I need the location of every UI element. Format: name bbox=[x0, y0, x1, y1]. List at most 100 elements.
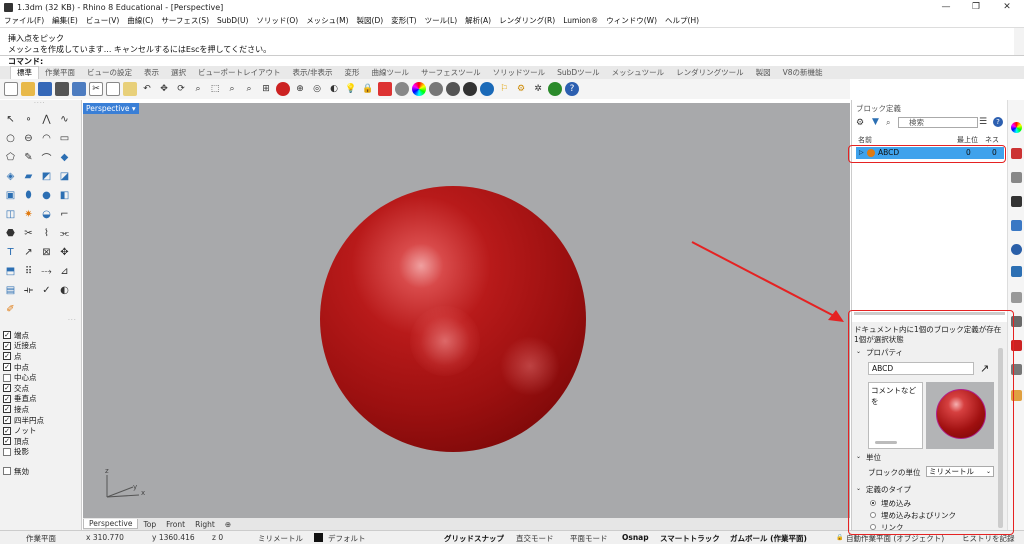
lock-icon[interactable]: 🔒 bbox=[361, 82, 375, 96]
osnap-checkbox[interactable]: ✓ bbox=[3, 437, 11, 446]
offset-icon[interactable]: ⫘ bbox=[57, 226, 72, 241]
environment-icon[interactable] bbox=[446, 82, 460, 96]
palette-grip[interactable]: ···· bbox=[34, 101, 46, 107]
tab-new-in-v8[interactable]: V8の新機能 bbox=[777, 67, 829, 78]
osnap-intersection[interactable]: ✓ 交点 bbox=[3, 383, 79, 394]
options-icon[interactable]: ⚙ bbox=[514, 82, 528, 96]
osnap-point[interactable]: ✓ 点 bbox=[3, 351, 79, 362]
menu-surface[interactable]: サーフェス(S) bbox=[157, 15, 213, 26]
menu-icon[interactable]: ☰ bbox=[979, 117, 987, 127]
menu-solid[interactable]: ソリッド(O) bbox=[252, 15, 302, 26]
osnap-center[interactable]: 中心点 bbox=[3, 372, 79, 383]
osnap-checkbox[interactable] bbox=[3, 373, 11, 382]
red-sphere[interactable] bbox=[320, 186, 586, 452]
tab-curve-tools[interactable]: 曲線ツール bbox=[366, 67, 416, 78]
add-viewport-button[interactable]: ⊕ bbox=[220, 520, 236, 529]
lock-icon[interactable]: 🔒 bbox=[836, 534, 843, 541]
tab-visibility[interactable]: 表示/非表示 bbox=[287, 67, 339, 78]
osnap-checkbox[interactable]: ✓ bbox=[3, 394, 11, 403]
menu-view[interactable]: ビュー(V) bbox=[82, 15, 123, 26]
status-ortho[interactable]: 直交モード bbox=[516, 533, 554, 544]
materials-panel-icon[interactable] bbox=[1011, 244, 1022, 255]
osnap-tangent[interactable]: ✓ 接点 bbox=[3, 404, 79, 415]
layer-color-swatch[interactable] bbox=[314, 533, 323, 542]
zoom-selected-icon[interactable]: ⌕ bbox=[242, 82, 256, 96]
tab-perspective[interactable]: Perspective bbox=[83, 519, 139, 529]
select-arrow-icon[interactable]: ↖ bbox=[3, 112, 18, 127]
render-icon[interactable] bbox=[463, 82, 477, 96]
zoom-extents-icon[interactable]: ⌕ bbox=[225, 82, 239, 96]
save-icon[interactable] bbox=[38, 82, 52, 96]
menu-window[interactable]: ウィンドウ(W) bbox=[602, 15, 661, 26]
osnap-perpendicular[interactable]: ✓ 垂直点 bbox=[3, 394, 79, 405]
tab-top[interactable]: Top bbox=[138, 520, 161, 529]
libraries-panel-icon[interactable] bbox=[1011, 292, 1022, 303]
status-gumball[interactable]: ガムボール (作業平面) bbox=[730, 533, 807, 544]
open-folder-icon[interactable] bbox=[21, 82, 35, 96]
osnap-checkbox[interactable]: ✓ bbox=[3, 352, 11, 361]
color-wheel-icon[interactable] bbox=[412, 82, 426, 96]
menu-help[interactable]: ヘルプ(H) bbox=[661, 15, 703, 26]
filter-icon[interactable]: ▼ bbox=[872, 117, 879, 127]
tab-viewport-layout[interactable]: ビューポートレイアウト bbox=[192, 67, 287, 78]
menu-lumion[interactable]: Lumion® bbox=[559, 16, 602, 25]
polyline-icon[interactable]: ⋀ bbox=[39, 112, 54, 127]
circle-icon[interactable]: ○ bbox=[3, 131, 18, 146]
block-icon[interactable]: ⬒ bbox=[3, 264, 18, 279]
paint-icon[interactable]: ✐ bbox=[3, 302, 18, 317]
undo-icon[interactable]: ↶ bbox=[140, 82, 154, 96]
status-grid-snap[interactable]: グリッドスナップ bbox=[444, 533, 504, 544]
osnap-endpoint[interactable]: ✓ 端点 bbox=[3, 330, 79, 341]
status-layer[interactable]: デフォルト bbox=[328, 533, 366, 544]
properties-panel-icon[interactable] bbox=[1011, 122, 1022, 133]
grasshopper-icon[interactable]: ✲ bbox=[531, 82, 545, 96]
command-prompt[interactable]: コマンド: bbox=[0, 55, 1024, 66]
menu-transform[interactable]: 変形(T) bbox=[387, 15, 420, 26]
cplane-icon[interactable]: ⊕ bbox=[293, 82, 307, 96]
filter-icon[interactable]: ⚐ bbox=[497, 82, 511, 96]
palette-grip[interactable]: ··· bbox=[68, 318, 77, 324]
explode-icon[interactable]: ✷ bbox=[21, 207, 36, 222]
osnap-checkbox[interactable]: ✓ bbox=[3, 426, 11, 435]
tab-surface-tools[interactable]: サーフェスツール bbox=[415, 67, 487, 78]
minimize-button[interactable]: — bbox=[932, 0, 960, 14]
tab-drafting[interactable]: 製図 bbox=[750, 67, 777, 78]
tab-render-tools[interactable]: レンダリングツール bbox=[670, 67, 750, 78]
osnap-knot[interactable]: ✓ ノット bbox=[3, 425, 79, 436]
osnap-checkbox[interactable] bbox=[3, 447, 11, 456]
sphere-icon[interactable]: ● bbox=[39, 188, 54, 203]
mesh-icon[interactable]: ◫ bbox=[3, 207, 18, 222]
osnap-quadrant[interactable]: ✓ 四半円点 bbox=[3, 415, 79, 426]
layout-icon[interactable]: ▤ bbox=[3, 283, 18, 298]
help-icon[interactable]: ? bbox=[993, 117, 1003, 127]
layer-icon[interactable] bbox=[378, 82, 392, 96]
check-icon[interactable]: ✓ bbox=[39, 283, 54, 298]
solid-edit-icon[interactable]: ◧ bbox=[57, 188, 72, 203]
tab-select[interactable]: 選択 bbox=[165, 67, 192, 78]
move-icon[interactable]: ✥ bbox=[57, 245, 72, 260]
pan-icon[interactable]: ✥ bbox=[157, 82, 171, 96]
osnap-checkbox[interactable]: ✓ bbox=[3, 363, 11, 372]
curve-icon[interactable]: ∿ bbox=[57, 112, 72, 127]
freeform-icon[interactable]: ✎ bbox=[21, 150, 36, 165]
osnap-disable[interactable]: 無効 bbox=[3, 466, 79, 477]
help-icon[interactable]: ? bbox=[565, 82, 579, 96]
named-view-icon[interactable]: ◐ bbox=[327, 82, 341, 96]
cut-icon[interactable]: ✂ bbox=[89, 82, 103, 96]
rectangle-icon[interactable]: ▭ bbox=[57, 131, 72, 146]
tab-set-view[interactable]: ビューの設定 bbox=[81, 67, 138, 78]
fillet-icon[interactable]: ⌐ bbox=[57, 207, 72, 222]
curve-from-object-icon[interactable]: ⌒ bbox=[39, 150, 54, 165]
point-icon[interactable]: ∘ bbox=[21, 112, 36, 127]
osnap-checkbox[interactable]: ✓ bbox=[3, 416, 11, 425]
osnap-checkbox[interactable]: ✓ bbox=[3, 384, 11, 393]
menu-tools[interactable]: ツール(L) bbox=[421, 15, 462, 26]
polygon-icon[interactable]: ⬠ bbox=[3, 150, 18, 165]
osnap-midpoint[interactable]: ✓ 中点 bbox=[3, 362, 79, 373]
block-search-input[interactable]: 検索 bbox=[898, 117, 978, 128]
close-button[interactable]: ✕ bbox=[993, 0, 1021, 14]
zoom-window-icon[interactable]: ⬚ bbox=[208, 82, 222, 96]
osnap-checkbox[interactable]: ✓ bbox=[3, 331, 11, 340]
viewports-panel-icon[interactable] bbox=[1011, 196, 1022, 207]
command-history-scrollbar[interactable] bbox=[1014, 28, 1024, 55]
